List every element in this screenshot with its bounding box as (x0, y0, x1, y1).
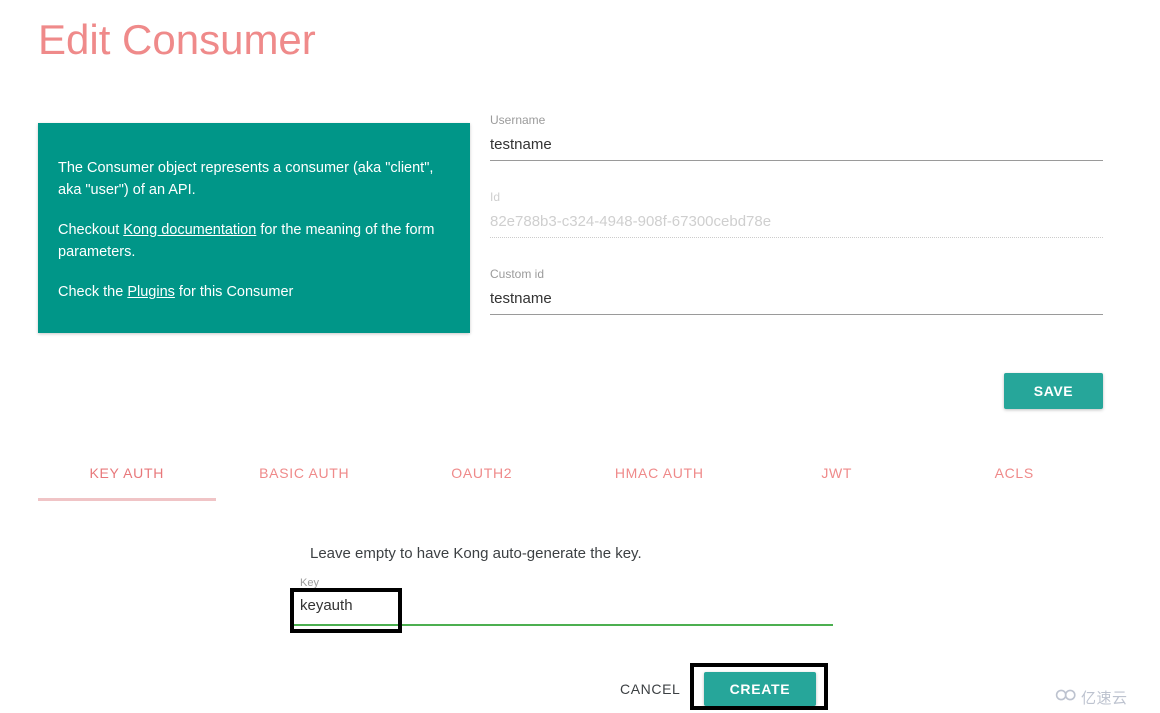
tab-key-auth-label: KEY AUTH (89, 465, 165, 481)
key-input[interactable]: keyauth (293, 590, 833, 624)
custom-id-input[interactable]: testname (490, 282, 1103, 314)
tab-acls[interactable]: ACLS (926, 455, 1104, 505)
create-button[interactable]: CREATE (704, 672, 816, 706)
infinity-loop-logo-icon (1055, 688, 1077, 707)
info-plugins-prefix: Check the (58, 284, 128, 300)
tab-active-indicator (38, 498, 216, 501)
username-field-group: Username testname (490, 112, 1103, 161)
tab-jwt[interactable]: JWT (748, 455, 926, 505)
edit-consumer-page: Edit Consumer The Consumer object repres… (0, 0, 1160, 713)
id-underline (490, 237, 1103, 238)
info-paragraph-plugins: Check the Plugins for this Consumer (58, 281, 448, 303)
tab-basic-auth[interactable]: BASIC AUTH (216, 455, 394, 505)
info-paragraph-documentation: Checkout Kong documentation for the mean… (58, 219, 448, 263)
tab-hmac-auth-label: HMAC AUTH (614, 465, 704, 481)
id-input: 82e788b3-c324-4948-908f-67300cebd78e (490, 213, 772, 230)
consumer-info-card: The Consumer object represents a consume… (38, 123, 470, 333)
tab-jwt-label: JWT (821, 465, 853, 481)
cancel-button[interactable]: CANCEL (612, 675, 688, 703)
key-underline-focused (293, 624, 833, 626)
id-label: Id (490, 190, 501, 204)
auth-plugin-tabs: KEY AUTH BASIC AUTH OAUTH2 HMAC AUTH JWT… (38, 455, 1103, 505)
id-field-group: Id 82e788b3-c324-4948-908f-67300cebd78e (490, 189, 1103, 238)
username-label: Username (490, 113, 546, 127)
watermark: 亿速云 (1055, 687, 1128, 708)
tab-hmac-auth[interactable]: HMAC AUTH (571, 455, 749, 505)
tab-key-auth[interactable]: KEY AUTH (38, 455, 216, 505)
username-input[interactable]: testname (490, 128, 1103, 160)
watermark-text: 亿速云 (1081, 689, 1128, 707)
info-description-text: The Consumer object represents a consume… (58, 160, 434, 198)
info-doc-prefix: Checkout (58, 222, 124, 238)
custom-id-field-group: Custom id testname (490, 266, 1103, 315)
page-title: Edit Consumer (38, 16, 316, 63)
tab-oauth2-label: OAUTH2 (451, 465, 513, 481)
tab-basic-auth-label: BASIC AUTH (259, 465, 350, 481)
info-paragraph-description: The Consumer object represents a consume… (58, 157, 448, 201)
username-underline (490, 160, 1103, 161)
info-plugins-suffix: for this Consumer (174, 284, 294, 300)
kong-documentation-link[interactable]: Kong documentation (123, 222, 256, 238)
tab-acls-label: ACLS (994, 465, 1034, 481)
key-field-group: Key keyauth (293, 576, 833, 626)
tab-oauth2[interactable]: OAUTH2 (393, 455, 571, 505)
save-button[interactable]: SAVE (1004, 373, 1103, 409)
consumer-form: Username testname Id 82e788b3-c324-4948-… (490, 112, 1103, 343)
key-auth-hint: Leave empty to have Kong auto-generate t… (310, 545, 642, 562)
plugins-link[interactable]: Plugins (127, 284, 175, 300)
custom-id-underline (490, 314, 1103, 315)
key-label: Key (300, 577, 319, 589)
custom-id-label: Custom id (490, 267, 545, 281)
